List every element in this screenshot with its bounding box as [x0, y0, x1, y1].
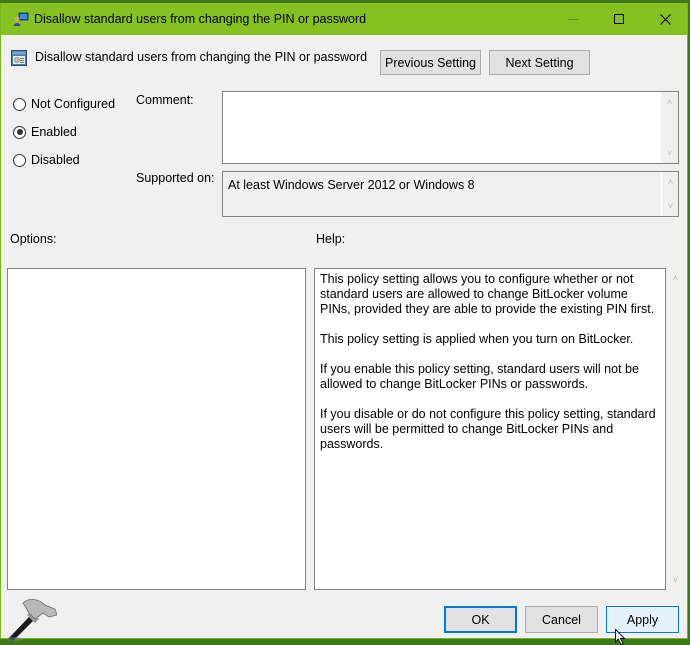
radio-label: Enabled	[31, 125, 77, 139]
comment-label: Comment:	[136, 93, 194, 107]
next-setting-button[interactable]: Next Setting	[489, 50, 590, 75]
ok-button[interactable]: OK	[444, 606, 517, 633]
title-bar[interactable]: Disallow standard users from changing th…	[1, 3, 687, 35]
minimize-button[interactable]	[550, 3, 596, 35]
scroll-up-icon[interactable]: ˄	[662, 177, 679, 187]
cancel-button[interactable]: Cancel	[525, 606, 598, 633]
help-text: This policy setting allows you to config…	[320, 272, 661, 467]
radio-button[interactable]	[13, 97, 26, 111]
radio-not-configured[interactable]: Not Configured	[13, 97, 115, 111]
help-paragraph: If you enable this policy setting, stand…	[320, 362, 639, 391]
supported-on-field: At least Windows Server 2012 or Windows …	[222, 171, 679, 217]
close-button[interactable]	[642, 3, 688, 35]
scroll-up-icon[interactable]: ˄	[667, 273, 684, 283]
help-paragraph: If you disable or do not configure this …	[320, 407, 656, 451]
hammer-watermark-icon	[7, 599, 57, 641]
radio-button-checked[interactable]	[13, 125, 26, 139]
help-label: Help:	[316, 232, 346, 246]
policy-dialog-window: Disallow standard users from changing th…	[0, 3, 688, 645]
scroll-down-icon[interactable]: ˅	[667, 575, 684, 585]
minimize-icon	[568, 18, 578, 20]
supported-on-label: Supported on:	[136, 171, 215, 185]
maximize-button[interactable]	[596, 3, 642, 35]
radio-label: Disabled	[31, 153, 80, 167]
policy-setting-icon	[11, 50, 27, 66]
scroll-up-icon[interactable]: ˄	[661, 97, 678, 107]
scroll-down-icon[interactable]: ˅	[661, 148, 678, 158]
options-label: Options:	[10, 232, 57, 246]
help-scrollbar[interactable]: ˄ ˅	[667, 268, 684, 590]
radio-label: Not Configured	[31, 97, 116, 111]
previous-setting-button[interactable]: Previous Setting	[380, 50, 481, 75]
comment-scrollbar[interactable]: ˄ ˅	[661, 92, 678, 163]
mouse-cursor-icon	[615, 629, 626, 645]
help-paragraph: This policy setting allows you to config…	[320, 272, 655, 316]
help-paragraph: This policy setting is applied when you …	[320, 332, 634, 346]
supported-on-value: At least Windows Server 2012 or Windows …	[228, 178, 475, 192]
maximize-icon	[614, 14, 624, 24]
supported-scrollbar[interactable]: ˄ ˅	[661, 172, 678, 216]
radio-disabled[interactable]: Disabled	[13, 153, 80, 167]
group-policy-app-icon	[13, 12, 29, 26]
comment-textarea[interactable]: ˄ ˅	[222, 91, 679, 164]
policy-name: Disallow standard users from changing th…	[35, 50, 368, 64]
close-icon	[659, 13, 671, 25]
window-title: Disallow standard users from changing th…	[34, 12, 367, 26]
help-panel: This policy setting allows you to config…	[314, 268, 666, 590]
scroll-down-icon[interactable]: ˅	[662, 201, 679, 211]
options-panel	[7, 268, 306, 590]
radio-button[interactable]	[13, 153, 26, 167]
radio-enabled[interactable]: Enabled	[13, 125, 77, 139]
